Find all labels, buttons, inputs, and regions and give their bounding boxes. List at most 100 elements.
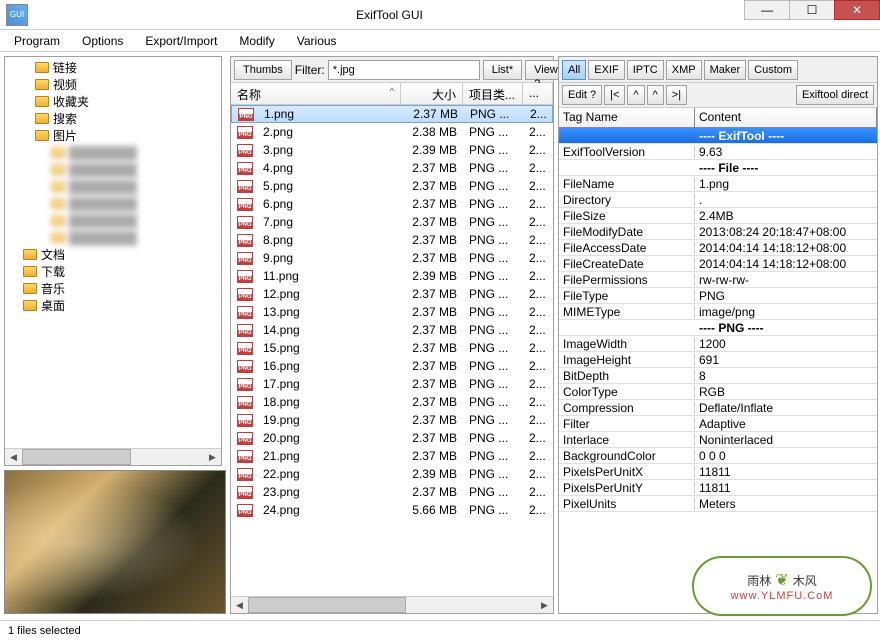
tab-xmp[interactable]: XMP <box>666 60 702 80</box>
file-rows[interactable]: 1.png2.37 MBPNG ...2...2.png2.38 MBPNG .… <box>231 105 553 596</box>
tree-item[interactable]: 下载 <box>5 263 221 280</box>
file-row[interactable]: 19.png2.37 MBPNG ...2... <box>231 411 553 429</box>
nav-first-button[interactable]: |< <box>604 85 625 105</box>
meta-row[interactable]: FileName1.png <box>559 176 877 192</box>
tree-item[interactable]: 桌面 <box>5 297 221 314</box>
file-row[interactable]: 18.png2.37 MBPNG ...2... <box>231 393 553 411</box>
menu-options[interactable]: Options <box>76 32 129 50</box>
meta-row[interactable]: ColorTypeRGB <box>559 384 877 400</box>
tab-exif[interactable]: EXIF <box>588 60 624 80</box>
menu-program[interactable]: Program <box>8 32 66 50</box>
meta-row[interactable]: PixelsPerUnitY11811 <box>559 480 877 496</box>
file-row[interactable]: 15.png2.37 MBPNG ...2... <box>231 339 553 357</box>
file-row[interactable]: 16.png2.37 MBPNG ...2... <box>231 357 553 375</box>
tree-item[interactable]: ████████ <box>5 229 221 246</box>
tab-iptc[interactable]: IPTC <box>627 60 664 80</box>
file-row[interactable]: 4.png2.37 MBPNG ...2... <box>231 159 553 177</box>
nav-up-button[interactable]: ^ <box>647 85 664 105</box>
meta-row[interactable]: BitDepth8 <box>559 368 877 384</box>
meta-row[interactable]: ImageWidth1200 <box>559 336 877 352</box>
meta-row[interactable]: ImageHeight691 <box>559 352 877 368</box>
tab-maker[interactable]: Maker <box>704 60 747 80</box>
file-row[interactable]: 3.png2.39 MBPNG ...2... <box>231 141 553 159</box>
menu-various[interactable]: Various <box>291 32 343 50</box>
folder-tree[interactable]: 链接视频收藏夹搜索图片█████████████████████████████… <box>5 57 221 448</box>
file-row[interactable]: 17.png2.37 MBPNG ...2... <box>231 375 553 393</box>
col-date[interactable]: ... <box>523 83 553 104</box>
meta-row[interactable]: PixelsPerUnitX11811 <box>559 464 877 480</box>
meta-row[interactable]: PixelUnitsMeters <box>559 496 877 512</box>
tree-item[interactable]: 文档 <box>5 246 221 263</box>
tab-custom[interactable]: Custom <box>748 60 798 80</box>
tree-hscroll[interactable]: ◀ ▶ <box>5 448 221 465</box>
meta-row[interactable]: ---- PNG ---- <box>559 320 877 336</box>
scroll-left-icon[interactable]: ◀ <box>231 600 248 611</box>
tree-item[interactable]: ████████ <box>5 178 221 195</box>
file-row[interactable]: 13.png2.37 MBPNG ...2... <box>231 303 553 321</box>
metadata-rows[interactable]: ---- ExifTool ----ExifToolVersion9.63---… <box>559 128 877 613</box>
file-row[interactable]: 8.png2.37 MBPNG ...2... <box>231 231 553 249</box>
nav-last-button[interactable]: >| <box>666 85 687 105</box>
minimize-button[interactable]: — <box>744 0 790 20</box>
tab-all[interactable]: All <box>562 60 586 80</box>
meta-row[interactable]: ExifToolVersion9.63 <box>559 144 877 160</box>
menu-exportimport[interactable]: Export/Import <box>139 32 223 50</box>
file-row[interactable]: 7.png2.37 MBPNG ...2... <box>231 213 553 231</box>
col-content[interactable]: Content <box>695 108 877 127</box>
file-row[interactable]: 12.png2.37 MBPNG ...2... <box>231 285 553 303</box>
col-tagname[interactable]: Tag Name <box>559 108 695 127</box>
list-button[interactable]: List* <box>483 60 522 80</box>
edit-button[interactable]: Edit ? <box>562 85 602 105</box>
tree-item[interactable]: ████████ <box>5 144 221 161</box>
tree-item[interactable]: 链接 <box>5 59 221 76</box>
col-size[interactable]: 大小 <box>401 83 463 104</box>
scroll-left-icon[interactable]: ◀ <box>5 452 22 463</box>
col-type[interactable]: 项目类... <box>463 83 523 104</box>
metadata-columns[interactable]: Tag Name Content <box>559 108 877 128</box>
scroll-right-icon[interactable]: ▶ <box>204 452 221 463</box>
menu-modify[interactable]: Modify <box>233 32 280 50</box>
meta-row[interactable]: ---- File ---- <box>559 160 877 176</box>
file-hscroll[interactable]: ◀ ▶ <box>231 596 553 613</box>
file-row[interactable]: 22.png2.39 MBPNG ...2... <box>231 465 553 483</box>
tree-item[interactable]: 图片 <box>5 127 221 144</box>
meta-row[interactable]: MIMETypeimage/png <box>559 304 877 320</box>
tree-item[interactable]: 搜索 <box>5 110 221 127</box>
file-row[interactable]: 1.png2.37 MBPNG ...2... <box>231 105 553 123</box>
file-row[interactable]: 23.png2.37 MBPNG ...2... <box>231 483 553 501</box>
file-row[interactable]: 21.png2.37 MBPNG ...2... <box>231 447 553 465</box>
nav-up-button[interactable]: ^ <box>627 85 644 105</box>
tree-item[interactable]: 收藏夹 <box>5 93 221 110</box>
file-row[interactable]: 20.png2.37 MBPNG ...2... <box>231 429 553 447</box>
filter-input[interactable] <box>328 60 480 80</box>
file-row[interactable]: 6.png2.37 MBPNG ...2... <box>231 195 553 213</box>
file-row[interactable]: 14.png2.37 MBPNG ...2... <box>231 321 553 339</box>
scroll-right-icon[interactable]: ▶ <box>536 600 553 611</box>
maximize-button[interactable]: ☐ <box>789 0 835 20</box>
tree-item[interactable]: 音乐 <box>5 280 221 297</box>
file-columns[interactable]: 名称 大小 项目类... ... <box>231 83 553 105</box>
tree-item[interactable]: ████████ <box>5 212 221 229</box>
meta-row[interactable]: FilterAdaptive <box>559 416 877 432</box>
meta-row[interactable]: FileTypePNG <box>559 288 877 304</box>
meta-row[interactable]: CompressionDeflate/Inflate <box>559 400 877 416</box>
col-name[interactable]: 名称 <box>231 83 401 104</box>
file-row[interactable]: 24.png5.66 MBPNG ...2... <box>231 501 553 519</box>
meta-row[interactable]: FileAccessDate2014:04:14 14:18:12+08:00 <box>559 240 877 256</box>
file-row[interactable]: 9.png2.37 MBPNG ...2... <box>231 249 553 267</box>
file-row[interactable]: 2.png2.38 MBPNG ...2... <box>231 123 553 141</box>
meta-row[interactable]: FileModifyDate2013:08:24 20:18:47+08:00 <box>559 224 877 240</box>
file-row[interactable]: 11.png2.39 MBPNG ...2... <box>231 267 553 285</box>
meta-row[interactable]: InterlaceNoninterlaced <box>559 432 877 448</box>
close-button[interactable]: ✕ <box>834 0 880 20</box>
tree-item[interactable]: ████████ <box>5 161 221 178</box>
exiftool-direct-button[interactable]: Exiftool direct <box>796 85 874 105</box>
tree-item[interactable]: ████████ <box>5 195 221 212</box>
meta-row[interactable]: FileSize2.4MB <box>559 208 877 224</box>
meta-row[interactable]: Directory. <box>559 192 877 208</box>
meta-row[interactable]: ---- ExifTool ---- <box>559 128 877 144</box>
file-row[interactable]: 5.png2.37 MBPNG ...2... <box>231 177 553 195</box>
meta-row[interactable]: FilePermissionsrw-rw-rw- <box>559 272 877 288</box>
tree-item[interactable]: 视频 <box>5 76 221 93</box>
meta-row[interactable]: FileCreateDate2014:04:14 14:18:12+08:00 <box>559 256 877 272</box>
